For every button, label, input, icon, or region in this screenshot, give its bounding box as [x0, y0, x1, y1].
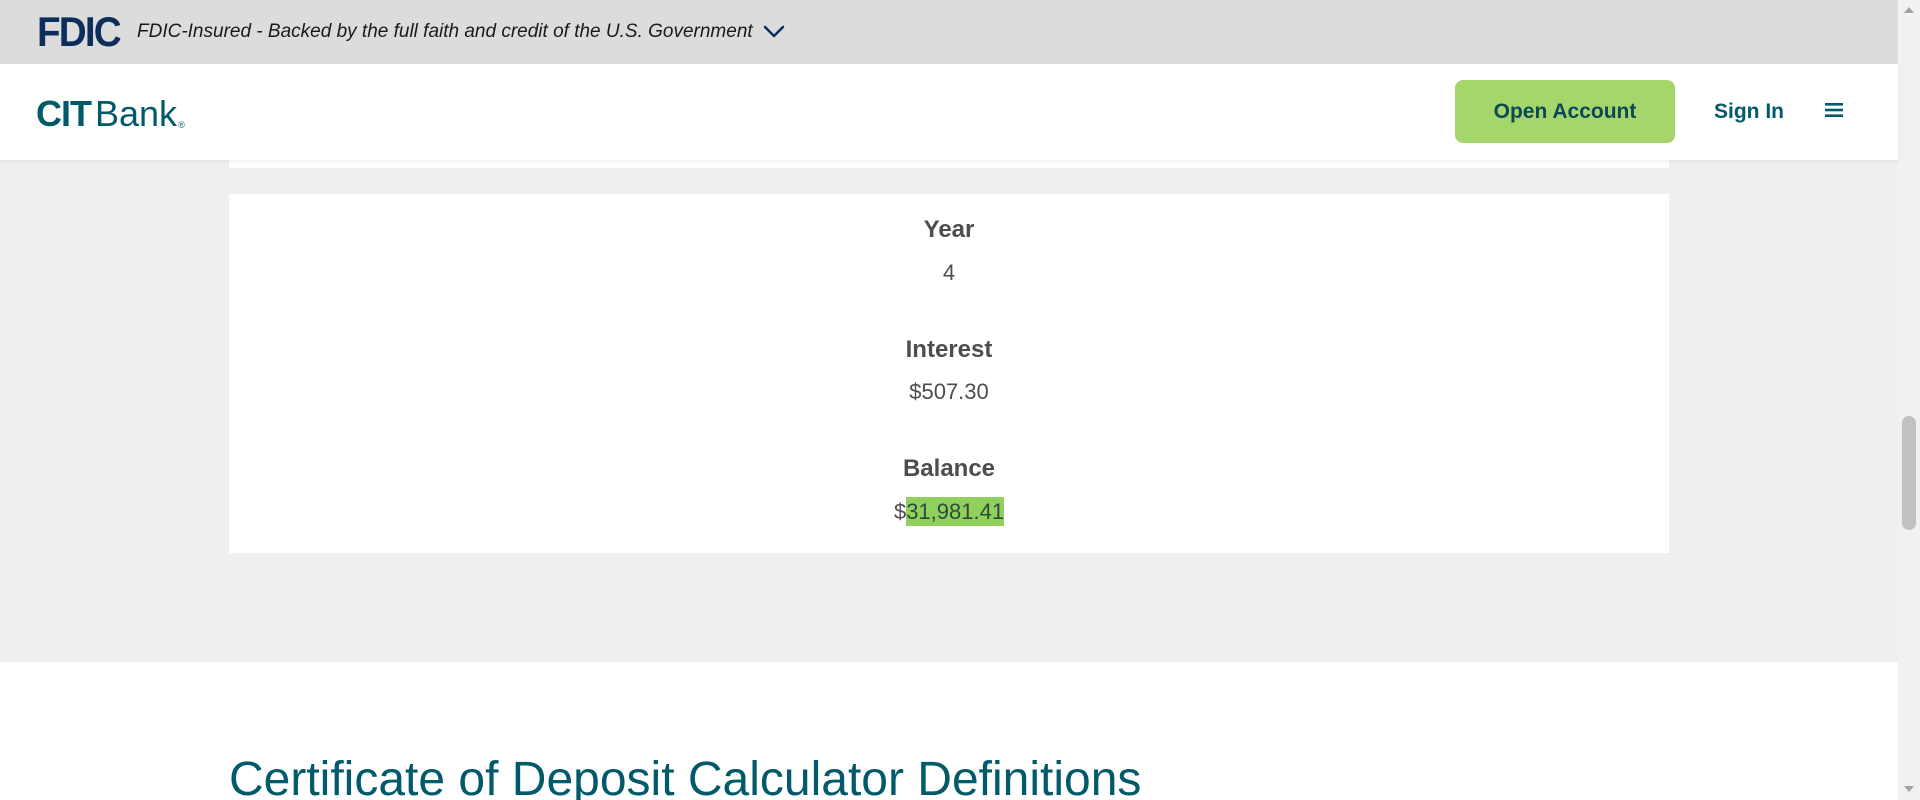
definitions-heading: Certificate of Deposit Calculator Defini…: [229, 753, 1142, 800]
fdic-banner-text: FDIC-Insured - Backed by the full faith …: [137, 21, 753, 42]
scroll-up-arrow-icon[interactable]: [1903, 4, 1915, 16]
year-value: 4: [942, 260, 956, 285]
fdic-logo: FDIC: [37, 8, 122, 55]
balance-amount-highlighted: 31,981.41: [906, 497, 1005, 526]
result-card: Year 4 Interest $507.30 Balance $31,981.…: [229, 194, 1669, 553]
hamburger-menu-icon[interactable]: [1825, 101, 1843, 119]
page: FDIC FDIC-Insured - Backed by the full f…: [0, 0, 1920, 800]
balance-currency-symbol: $: [893, 499, 907, 524]
previous-result-card: [229, 160, 1669, 168]
open-account-button[interactable]: Open Account: [1455, 80, 1675, 143]
logo-registered-mark: ®: [178, 120, 185, 130]
interest-value: $507.30: [909, 379, 989, 404]
chevron-down-icon[interactable]: [763, 25, 785, 39]
year-label: Year: [923, 216, 975, 243]
sign-in-link[interactable]: Sign In: [1714, 96, 1784, 128]
vertical-scrollbar[interactable]: [1898, 0, 1920, 800]
fdic-banner: FDIC FDIC-Insured - Backed by the full f…: [0, 0, 1898, 64]
interest-label: Interest: [905, 336, 993, 363]
balance-label: Balance: [902, 455, 996, 482]
scrollbar-thumb[interactable]: [1902, 416, 1916, 530]
cit-bank-logo[interactable]: CIT Bank ®: [36, 92, 185, 132]
logo-bank: Bank: [95, 93, 178, 134]
logo-cit: CIT: [36, 93, 92, 134]
site-header: CIT Bank ® Open Account Sign In: [0, 64, 1898, 160]
scroll-down-arrow-icon[interactable]: [1903, 783, 1915, 795]
balance-value: $31,981.41: [229, 497, 1669, 526]
